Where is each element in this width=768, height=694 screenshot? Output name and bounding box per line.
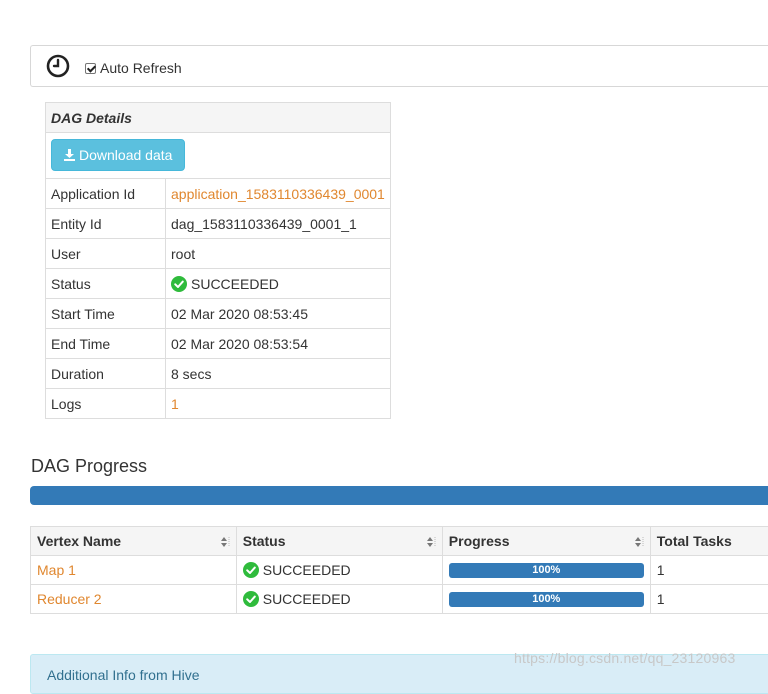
check-circle-icon — [171, 276, 187, 292]
details-row-user: User root — [46, 239, 391, 269]
details-row-duration: Duration 8 secs — [46, 359, 391, 389]
vertex-table: Vertex Name Status Progress Total Tasks … — [30, 526, 768, 614]
additional-info-label: Additional Info from Hive — [47, 667, 200, 683]
column-label: Status — [243, 533, 286, 549]
details-key: Start Time — [46, 299, 166, 329]
auto-refresh-toggle[interactable]: Auto Refresh — [85, 60, 182, 76]
application-id-link[interactable]: application_1583110336439_0001 — [171, 186, 385, 202]
vertex-progress-bar: 100% — [449, 563, 644, 578]
dag-progress-title: DAG Progress — [31, 456, 147, 477]
column-header-status[interactable]: Status — [236, 527, 442, 556]
vertex-name-link[interactable]: Map 1 — [37, 562, 76, 578]
details-value: root — [166, 239, 391, 269]
download-data-button[interactable]: Download data — [51, 139, 185, 171]
details-row-status: Status SUCCEEDED — [46, 269, 391, 299]
watermark: https://blog.csdn.net/qq_23120963 — [514, 650, 735, 666]
details-value: 8 secs — [166, 359, 391, 389]
auto-refresh-label: Auto Refresh — [100, 60, 182, 76]
details-row-application-id: Application Id application_1583110336439… — [46, 179, 391, 209]
column-label: Total Tasks — [657, 533, 732, 549]
sort-icon[interactable] — [426, 536, 436, 548]
details-value: dag_1583110336439_0001_1 — [166, 209, 391, 239]
table-row: Reducer 2 SUCCEEDED 100% 1 — [31, 585, 768, 614]
download-icon — [64, 149, 75, 161]
column-label: Vertex Name — [37, 533, 121, 549]
details-row-end-time: End Time 02 Mar 2020 08:53:54 — [46, 329, 391, 359]
sort-icon[interactable] — [634, 536, 644, 548]
details-key: Entity Id — [46, 209, 166, 239]
column-header-progress[interactable]: Progress — [442, 527, 650, 556]
check-circle-icon — [243, 562, 259, 578]
details-row-entity-id: Entity Id dag_1583110336439_0001_1 — [46, 209, 391, 239]
vertex-status: SUCCEEDED — [263, 562, 351, 578]
dag-details-title: DAG Details — [46, 103, 391, 133]
details-key: End Time — [46, 329, 166, 359]
vertex-name-link[interactable]: Reducer 2 — [37, 591, 102, 607]
details-row-start-time: Start Time 02 Mar 2020 08:53:45 — [46, 299, 391, 329]
refresh-toolbar: Auto Refresh — [30, 45, 768, 87]
column-label: Progress — [449, 533, 510, 549]
table-row: Map 1 SUCCEEDED 100% 1 — [31, 556, 768, 585]
sort-icon[interactable] — [220, 536, 230, 548]
dag-details-table: DAG Details Download data Application Id… — [45, 102, 391, 419]
column-header-total-tasks[interactable]: Total Tasks — [650, 527, 768, 556]
total-tasks: 1 — [650, 585, 768, 614]
vertex-progress-bar: 100% — [449, 592, 644, 607]
column-header-vertex-name[interactable]: Vertex Name — [31, 527, 237, 556]
clock-icon — [46, 54, 70, 78]
details-key: Duration — [46, 359, 166, 389]
total-tasks: 1 — [650, 556, 768, 585]
details-value: 02 Mar 2020 08:53:45 — [166, 299, 391, 329]
vertex-status: SUCCEEDED — [263, 591, 351, 607]
details-key: User — [46, 239, 166, 269]
details-key: Logs — [46, 389, 166, 419]
download-data-label: Download data — [79, 147, 172, 163]
auto-refresh-checkbox[interactable] — [85, 63, 96, 74]
dag-progress-bar — [30, 486, 768, 505]
details-key: Status — [46, 269, 166, 299]
details-value: 02 Mar 2020 08:53:54 — [166, 329, 391, 359]
logs-link[interactable]: 1 — [171, 396, 179, 412]
check-circle-icon — [243, 591, 259, 607]
details-key: Application Id — [46, 179, 166, 209]
status-value: SUCCEEDED — [191, 276, 279, 292]
details-row-logs: Logs 1 — [46, 389, 391, 419]
